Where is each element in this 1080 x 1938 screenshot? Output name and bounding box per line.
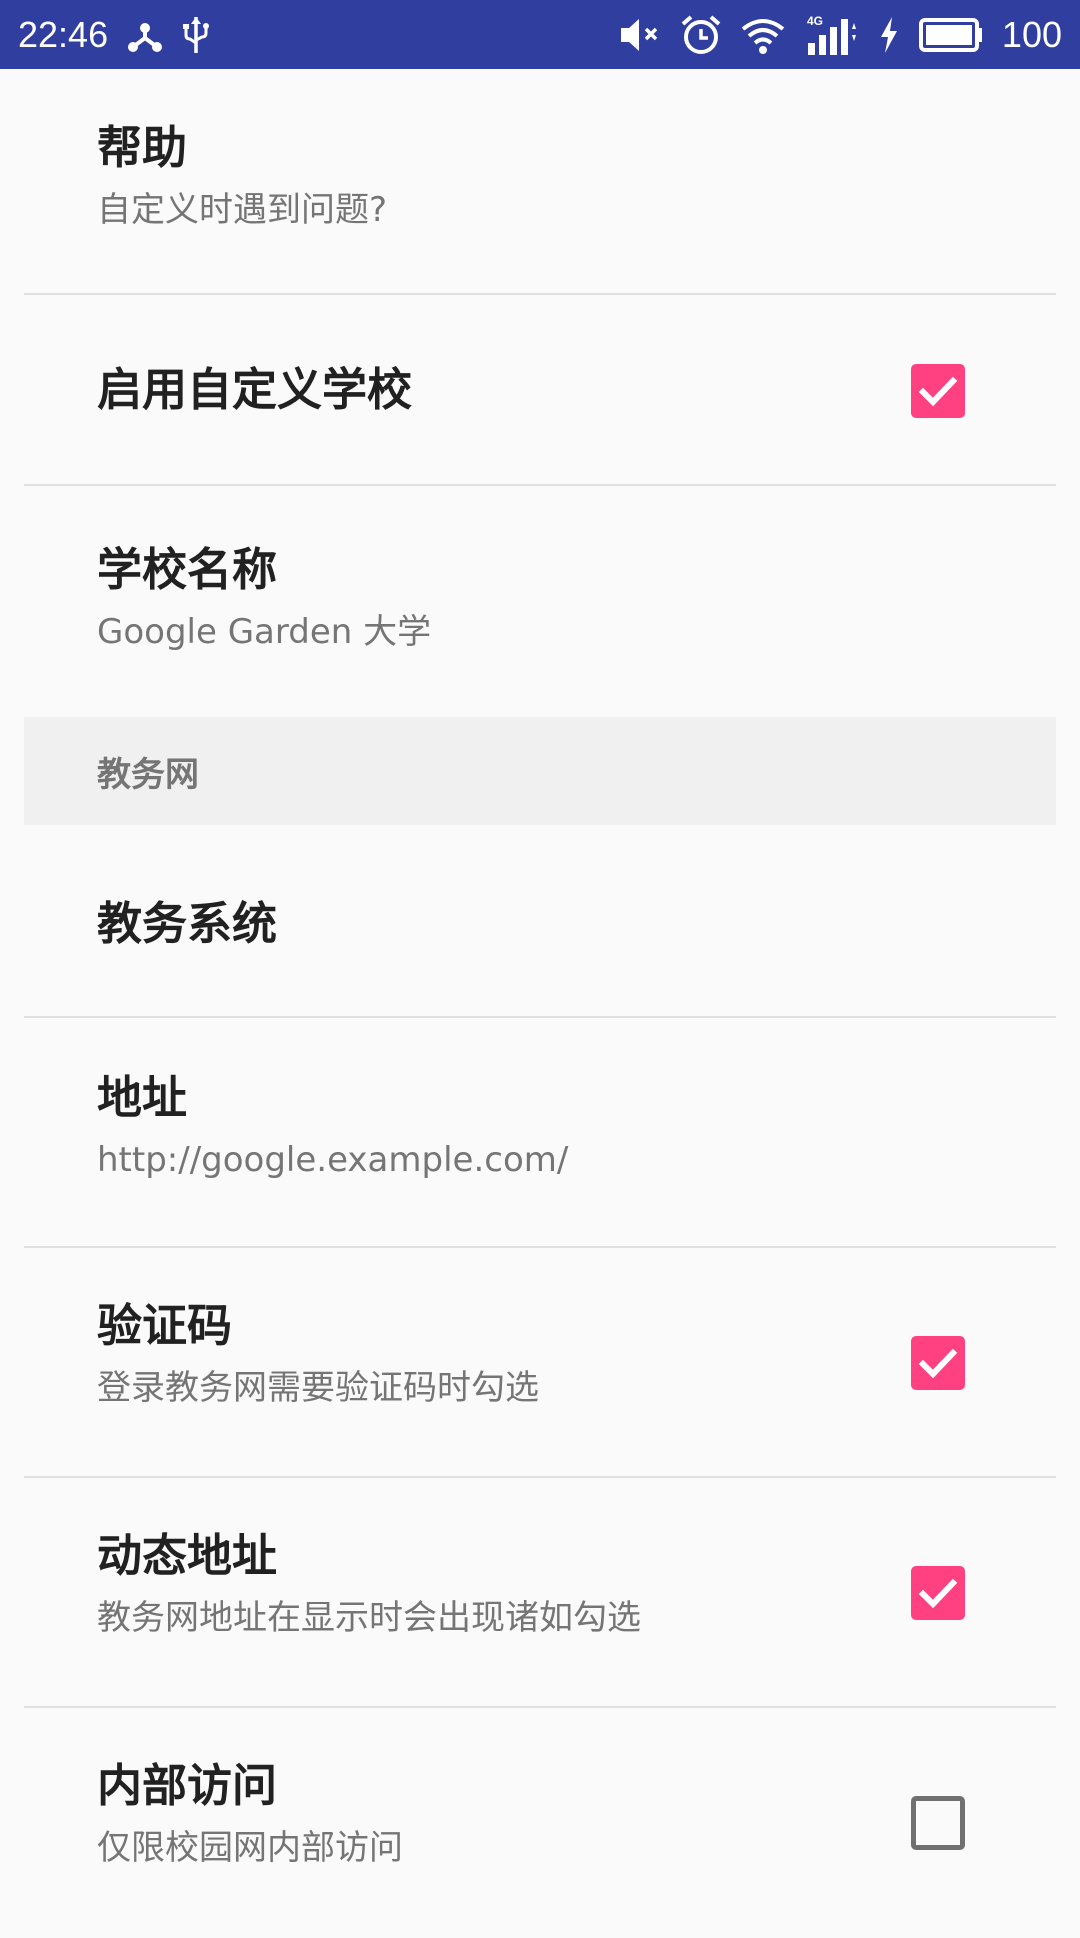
pref-title: 学校名称 — [97, 543, 278, 596]
usb-tether-icon — [128, 22, 163, 52]
check-icon — [918, 1578, 958, 1609]
charging-icon — [880, 16, 897, 53]
enable-custom-school-checkbox[interactable] — [911, 363, 965, 418]
pref-summary: http://google.example.com/ — [97, 1140, 569, 1180]
pref-captcha[interactable]: 验证码 登录教务网需要验证码时勾选 — [0, 1248, 1080, 1478]
category-title: 教务网 — [97, 754, 199, 795]
pref-title: 地址 — [97, 1071, 188, 1124]
pref-summary: 自定义时遇到问题? — [97, 190, 388, 230]
status-bar-right: 4G 100 — [618, 0, 1062, 69]
status-bar-left: 22:46 — [18, 0, 210, 69]
alarm-icon — [681, 14, 721, 54]
category-header: 教务网 — [24, 717, 1056, 825]
pref-summary: Google Garden 大学 — [97, 612, 432, 652]
pref-address[interactable]: 地址 http://google.example.com/ — [0, 1018, 1080, 1248]
signal-4g-icon: 4G — [807, 14, 856, 55]
check-icon — [918, 1348, 958, 1379]
dynamic-address-checkbox[interactable] — [911, 1566, 965, 1620]
pref-help[interactable]: 帮助 自定义时遇到问题? — [0, 69, 1080, 295]
mute-icon — [620, 18, 658, 51]
pref-enable-custom-school[interactable]: 启用自定义学校 — [0, 295, 1080, 486]
wifi-icon — [741, 18, 785, 54]
captcha-checkbox[interactable] — [911, 1336, 965, 1390]
pref-title: 教务系统 — [97, 897, 278, 950]
status-bar: 22:46 4G 100 — [0, 0, 1080, 69]
pref-internal-access[interactable]: 内部访问 仅限校园网内部访问 — [0, 1708, 1080, 1938]
pref-academic-system[interactable]: 教务系统 — [0, 825, 1080, 1018]
svg-text:4G: 4G — [807, 14, 823, 28]
internal-access-checkbox[interactable] — [911, 1796, 965, 1850]
preferences-list: 帮助 自定义时遇到问题? 启用自定义学校 学校名称 Google Garden … — [0, 69, 1080, 1938]
pref-dynamic-address[interactable]: 动态地址 教务网地址在显示时会出现诸如勾选 — [0, 1478, 1080, 1708]
battery-level: 100 — [1001, 14, 1062, 55]
pref-school-name[interactable]: 学校名称 Google Garden 大学 — [0, 486, 1080, 717]
usb-icon — [183, 16, 210, 53]
pref-title: 帮助 — [97, 121, 188, 174]
status-time: 22:46 — [18, 14, 109, 55]
check-icon — [918, 376, 958, 406]
battery-icon — [918, 17, 982, 52]
